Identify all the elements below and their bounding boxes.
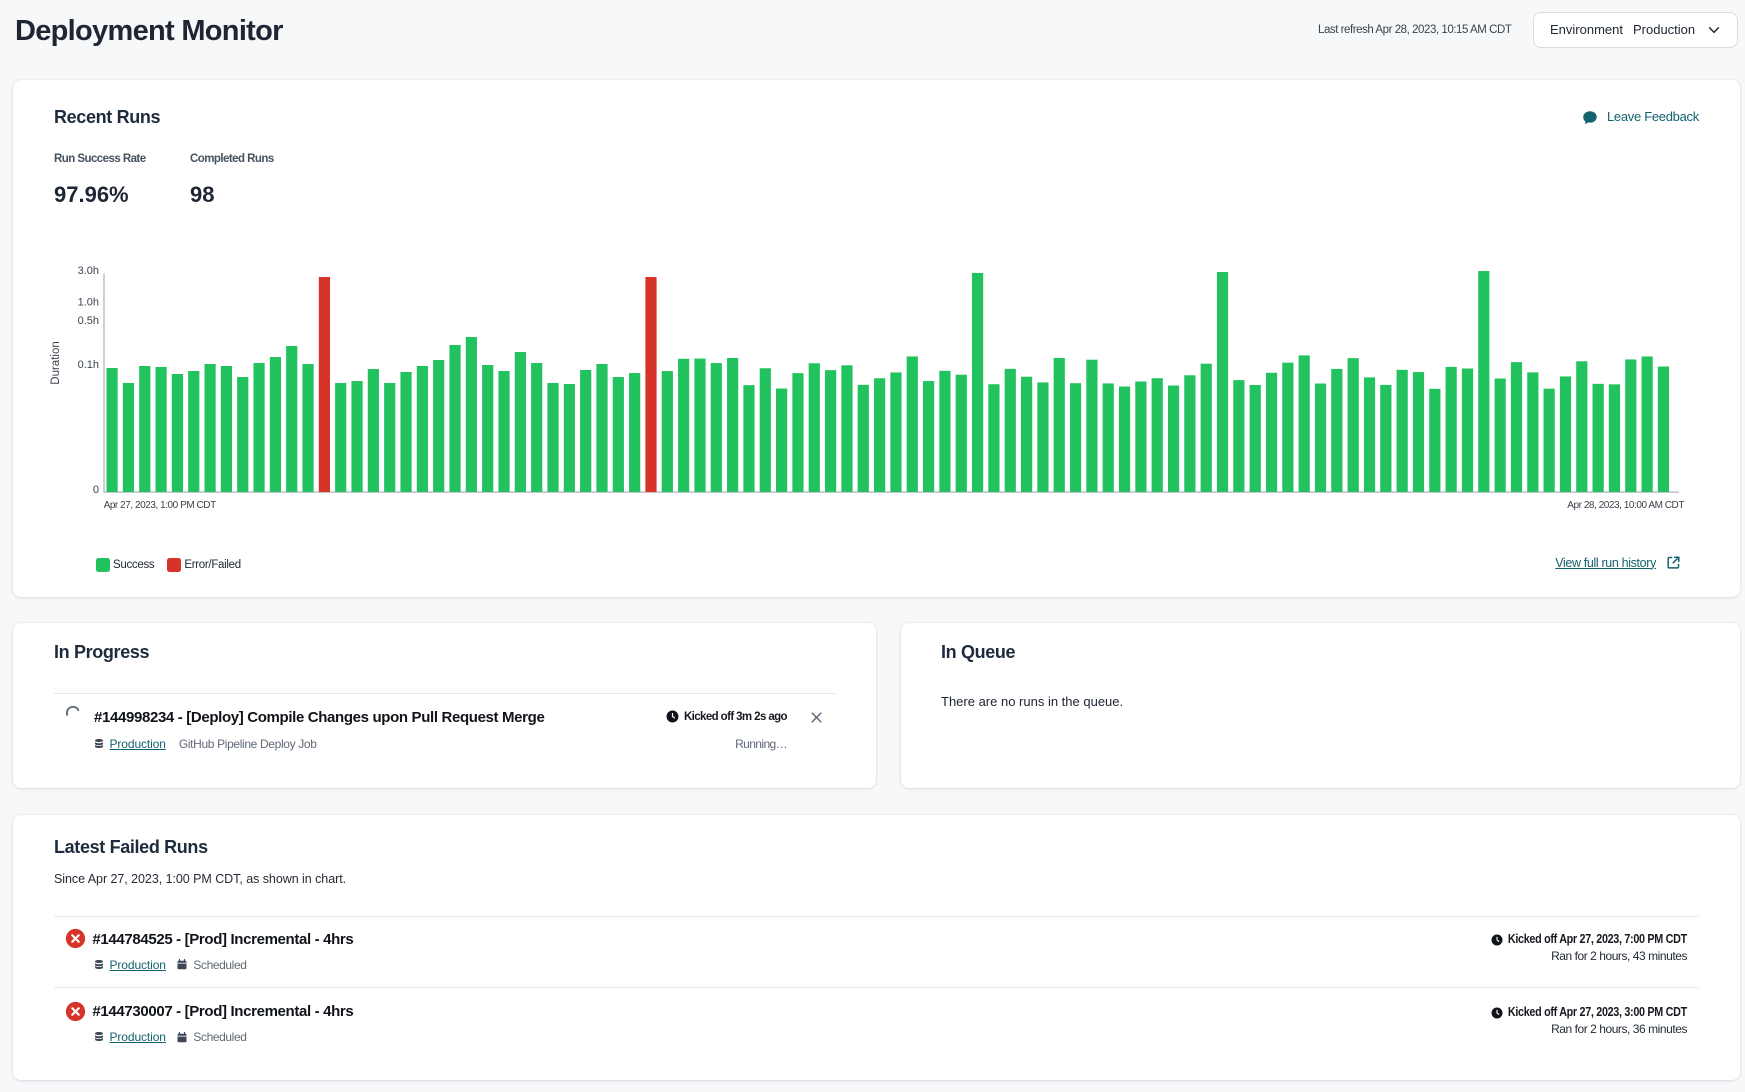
svg-text:1.0h: 1.0h: [78, 297, 99, 309]
svg-text:0.1h: 0.1h: [78, 359, 99, 371]
svg-text:0.5h: 0.5h: [78, 315, 99, 327]
svg-text:Duration: Duration: [50, 341, 62, 384]
svg-text:Apr 28, 2023, 10:00 AM CDT: Apr 28, 2023, 10:00 AM CDT: [1567, 500, 1684, 511]
svg-text:Apr 27, 2023, 1:00 PM CDT: Apr 27, 2023, 1:00 PM CDT: [104, 500, 216, 511]
svg-text:0: 0: [93, 484, 99, 496]
svg-text:3.0h: 3.0h: [78, 265, 99, 277]
